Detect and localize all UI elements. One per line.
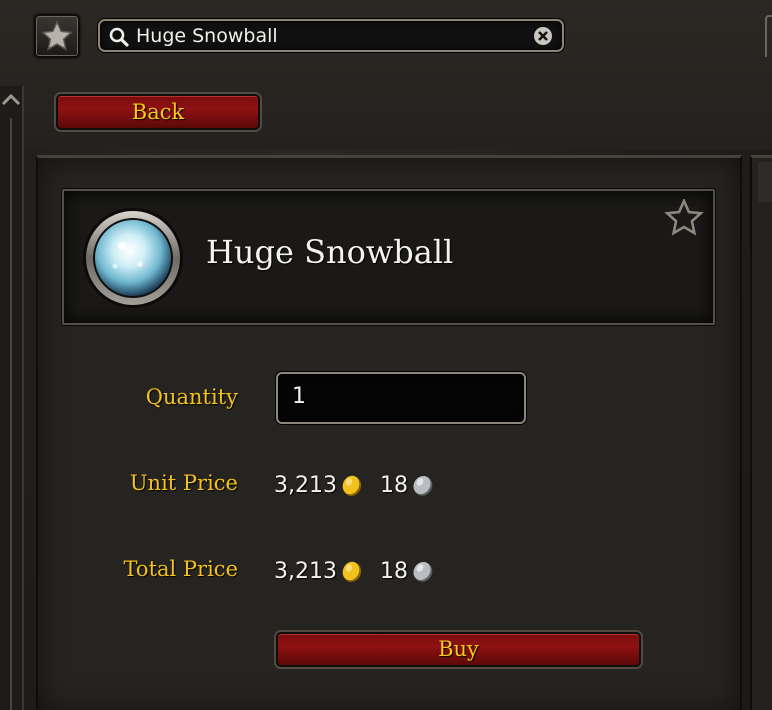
unit-price-label: Unit Price [129, 471, 238, 495]
scroll-up-arrow-icon[interactable] [1, 92, 21, 108]
star-icon [41, 20, 73, 51]
total-price-gold: 3,213 [274, 558, 337, 584]
item-name: Huge Snowball [206, 233, 454, 271]
search-input-value: Huge Snowball [136, 25, 278, 47]
side-panel [750, 155, 772, 710]
total-price-label: Total Price [123, 557, 238, 581]
search-input[interactable]: Huge Snowball [98, 19, 564, 52]
unit-price-silver: 18 [379, 472, 408, 498]
scrollbar-track[interactable] [0, 118, 12, 710]
total-price-value: 3,213 18 [274, 557, 435, 585]
unit-price-value: 3,213 18 [274, 471, 435, 499]
side-panel-header [758, 162, 772, 202]
quantity-input-value: 1 [292, 384, 306, 409]
silver-coin-icon [413, 561, 433, 582]
buy-button[interactable]: Buy [276, 632, 641, 667]
search-icon [109, 27, 129, 47]
snowball-icon [83, 208, 183, 308]
back-button[interactable]: Back [56, 94, 260, 130]
unit-price-gold: 3,213 [274, 472, 337, 498]
favorites-filter-button[interactable] [34, 14, 80, 58]
gold-coin-icon [342, 561, 362, 582]
total-price-silver: 18 [379, 558, 408, 584]
gold-coin-icon [342, 475, 362, 496]
window-frame-edge [765, 15, 772, 57]
quantity-label: Quantity [145, 385, 238, 409]
silver-coin-icon [413, 475, 433, 496]
quantity-input[interactable]: 1 [276, 372, 526, 424]
auction-house-window: Huge Snowball Back Huge Snowball Quantit… [0, 0, 772, 710]
favorite-star-icon[interactable] [664, 199, 704, 237]
clear-search-icon[interactable] [533, 26, 553, 46]
